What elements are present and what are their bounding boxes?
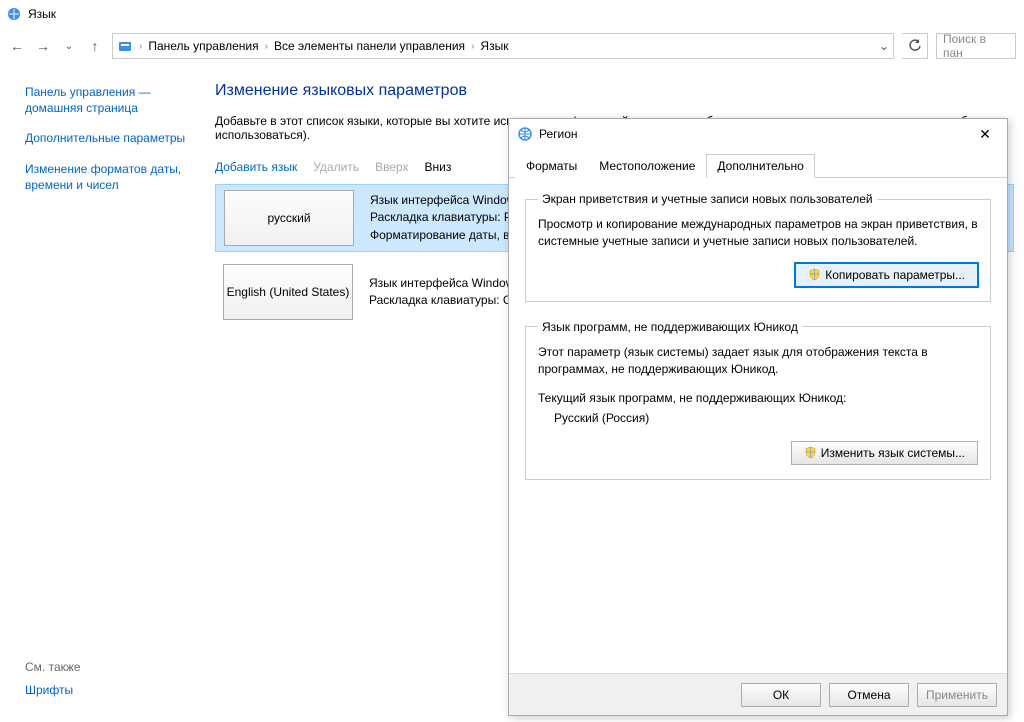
window-title: Язык: [28, 7, 56, 21]
chevron-right-icon: ›: [265, 41, 268, 52]
app-icon: [6, 6, 22, 22]
recent-dropdown-icon[interactable]: ⌄: [60, 37, 78, 55]
group-legend: Экран приветствия и учетные записи новых…: [538, 192, 877, 206]
breadcrumb[interactable]: Язык: [480, 39, 508, 53]
shield-icon: [808, 268, 821, 281]
search-input[interactable]: Поиск в пан: [936, 33, 1016, 59]
nav-arrows: ← → ⌄ ↑: [8, 37, 104, 55]
dialog-title: Регион: [539, 127, 961, 141]
dialog-tabs: Форматы Местоположение Дополнительно: [509, 149, 1007, 178]
tab-formats[interactable]: Форматы: [515, 154, 588, 178]
globe-icon: [517, 126, 533, 142]
breadcrumb[interactable]: Все элементы панели управления: [274, 39, 465, 53]
breadcrumb[interactable]: Панель управления: [148, 39, 258, 53]
address-dropdown-icon[interactable]: ⌄: [879, 39, 889, 53]
button-label: Копировать параметры...: [825, 268, 965, 282]
navigation-bar: ← → ⌄ ↑ › Панель управления › Все элемен…: [0, 28, 1024, 64]
change-system-locale-button[interactable]: Изменить язык системы...: [791, 441, 978, 465]
cancel-button[interactable]: Отмена: [829, 683, 909, 707]
back-button[interactable]: ←: [8, 37, 26, 55]
address-icon: [117, 38, 133, 54]
language-tile: русский: [224, 190, 354, 246]
chevron-right-icon: ›: [139, 41, 142, 52]
see-also-label: См. также: [25, 660, 195, 674]
non-unicode-group: Язык программ, не поддерживающих Юникод …: [525, 320, 991, 480]
remove-language-link[interactable]: Удалить: [313, 160, 359, 174]
search-placeholder: Поиск в пан: [943, 32, 1009, 60]
welcome-screen-group: Экран приветствия и учетные записи новых…: [525, 192, 991, 302]
move-down-link[interactable]: Вниз: [425, 160, 452, 174]
dialog-body: Экран приветствия и учетные записи новых…: [509, 178, 1007, 673]
tab-location[interactable]: Местоположение: [588, 154, 706, 178]
chevron-right-icon: ›: [471, 41, 474, 52]
sidebar: Панель управления — домашняя страница До…: [0, 64, 205, 722]
up-button[interactable]: ↑: [86, 37, 104, 55]
sidebar-link-advanced[interactable]: Дополнительные параметры: [25, 130, 195, 146]
current-lang-label: Текущий язык программ, не поддерживающих…: [538, 391, 978, 405]
sidebar-link-formats[interactable]: Изменение форматов даты, времени и чисел: [25, 161, 195, 193]
group-text: Этот параметр (язык системы) задает язык…: [538, 344, 978, 379]
current-lang-value: Русский (Россия): [554, 411, 978, 425]
add-language-link[interactable]: Добавить язык: [215, 160, 297, 174]
tab-advanced[interactable]: Дополнительно: [706, 154, 814, 178]
forward-button[interactable]: →: [34, 37, 52, 55]
sidebar-home-link[interactable]: Панель управления — домашняя страница: [25, 84, 195, 116]
address-bar[interactable]: › Панель управления › Все элементы панел…: [112, 33, 894, 59]
dialog-footer: ОК Отмена Применить: [509, 673, 1007, 715]
apply-button[interactable]: Применить: [917, 683, 997, 707]
sidebar-link-fonts[interactable]: Шрифты: [25, 682, 195, 698]
ok-button[interactable]: ОК: [741, 683, 821, 707]
close-button[interactable]: ✕: [967, 122, 1003, 146]
window-titlebar: Язык: [0, 0, 1024, 28]
group-legend: Язык программ, не поддерживающих Юникод: [538, 320, 802, 334]
button-label: Изменить язык системы...: [821, 446, 965, 460]
move-up-link[interactable]: Вверх: [375, 160, 408, 174]
copy-settings-button[interactable]: Копировать параметры...: [795, 263, 978, 287]
group-text: Просмотр и копирование международных пар…: [538, 216, 978, 251]
region-dialog: Регион ✕ Форматы Местоположение Дополнит…: [508, 118, 1008, 716]
page-title: Изменение языковых параметров: [215, 82, 1014, 100]
refresh-button[interactable]: [902, 33, 928, 59]
language-tile: English (United States): [223, 264, 353, 320]
dialog-titlebar: Регион ✕: [509, 119, 1007, 149]
shield-icon: [804, 446, 817, 459]
